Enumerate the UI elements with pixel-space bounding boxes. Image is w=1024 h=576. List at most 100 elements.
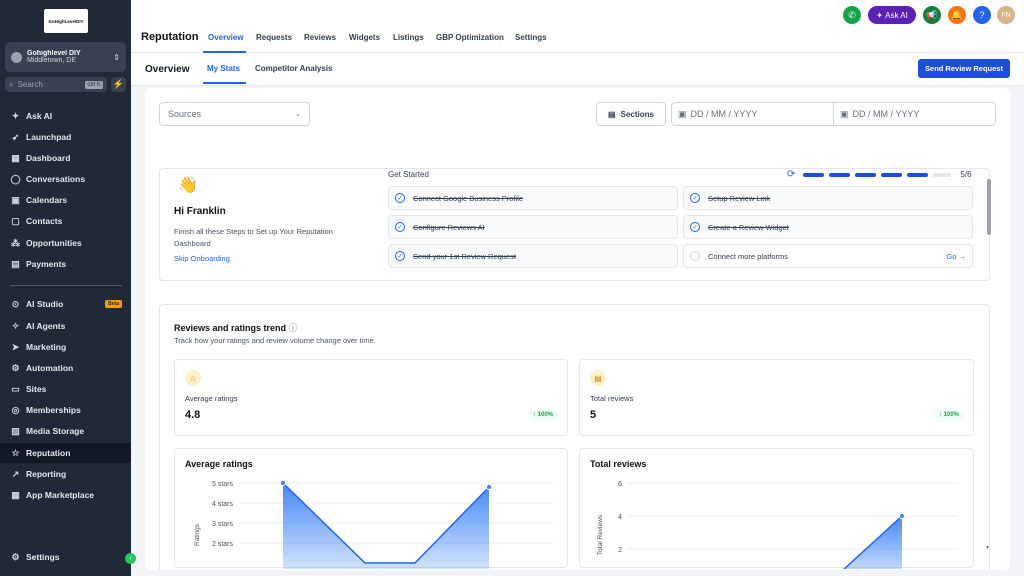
ratings-trend-section: Reviews and ratings trend ⓘ Track how yo… (159, 304, 990, 570)
sidebar-item-label: Media Storage (26, 426, 85, 436)
sidebar-item-opportunities[interactable]: ⁂ Opportunities (0, 233, 131, 253)
sidebar-item-label: Automation (26, 363, 74, 373)
check-icon: ✓ (690, 193, 700, 203)
sidebar-item-launchpad[interactable]: ➶ Launchpad (0, 127, 131, 147)
sidebar-item-ask-ai[interactable]: ✦ Ask AI (0, 106, 131, 126)
tab-requests[interactable]: Requests (256, 33, 292, 42)
send-review-request-button[interactable]: Send Review Request (918, 59, 1010, 78)
arrow-up-icon: ↑ (938, 412, 942, 418)
contacts-icon: ▢ (11, 215, 20, 226)
sources-select[interactable]: Sources ⌄ (159, 102, 310, 126)
memberships-icon: ◎ (11, 404, 20, 415)
progress-segment (907, 172, 929, 177)
step-label: Connect Google Business Profile (413, 193, 524, 203)
trend-title-text: Reviews and ratings trend (174, 323, 287, 333)
apps-icon: ▦ (11, 489, 20, 500)
sidebar-item-automation[interactable]: ⚙ Automation (0, 358, 131, 378)
card-label: Total reviews (590, 394, 634, 403)
info-icon[interactable]: ⓘ (289, 323, 298, 333)
sidebar-item-conversations[interactable]: ◯ Conversations (0, 169, 131, 189)
company-logo[interactable]: GoHighLevelDIY (44, 9, 88, 33)
quick-action-button[interactable]: ⚡ (111, 77, 126, 92)
tab-gbp-optimization[interactable]: GBP Optimization (436, 33, 504, 42)
sections-button[interactable]: ▤ Sections (596, 102, 666, 126)
sidebar-item-reporting[interactable]: ↗ Reporting (0, 464, 131, 484)
ai-studio-icon: ⊙ (11, 298, 20, 309)
sync-icon[interactable]: ⟳ (787, 169, 795, 180)
progress-segment (855, 172, 877, 177)
help-icon[interactable]: ? (973, 6, 991, 24)
check-icon: ✓ (395, 251, 405, 261)
sidebar-item-memberships[interactable]: ◎ Memberships (0, 400, 131, 420)
tab-competitor-analysis[interactable]: Competitor Analysis (255, 64, 333, 73)
progress-segment (829, 172, 851, 177)
megaphone-icon[interactable]: 📢 (923, 6, 941, 24)
date-to-input[interactable]: ▣ DD / MM / YYYY (833, 102, 996, 126)
tab-listings[interactable]: Listings (393, 33, 424, 42)
sidebar-item-media-storage[interactable]: ▨ Media Storage (0, 421, 131, 441)
skip-onboarding-link[interactable]: Skip Onboarding (174, 254, 230, 263)
marketing-icon: ➤ (11, 341, 20, 352)
sidebar-item-label: AI Studio (26, 299, 64, 309)
step-setup-review-link[interactable]: ✓ Setup Review Link (683, 186, 973, 210)
sidebar-item-reputation[interactable]: ☆ Reputation (0, 443, 131, 463)
main-content: Sources ⌄ ▤ Sections ▣ DD / MM / YYYY ▣ DD /… (145, 88, 1010, 570)
y-axis-label: Total Reviews (597, 514, 604, 555)
sections-label: Sections (620, 109, 654, 119)
data-point[interactable] (899, 513, 905, 519)
sidebar-item-app-marketplace[interactable]: ▦ App Marketplace (0, 485, 131, 505)
sidebar-item-calendars[interactable]: ▣ Calendars (0, 190, 131, 210)
ai-agents-icon: ✧ (11, 320, 20, 331)
average-ratings-svg: 5 stars 4 stars 3 stars 2 stars Ratings (194, 480, 553, 569)
tab-settings[interactable]: Settings (515, 33, 547, 42)
sidebar-item-ai-agents[interactable]: ✧ AI Agents (0, 316, 131, 336)
tab-my-stats[interactable]: My Stats (207, 64, 240, 73)
rocket-icon: ➶ (11, 131, 20, 142)
sidebar-item-label: Dashboard (26, 153, 71, 163)
avatar[interactable]: FN (997, 6, 1015, 24)
step-create-review-widget[interactable]: ✓ Create a Review Widget (683, 215, 973, 239)
scrollbar-thumb[interactable] (987, 179, 991, 235)
star-icon: ☆ (11, 447, 20, 458)
ask-ai-button[interactable]: ✦ Ask AI (868, 6, 916, 24)
scroll-down-arrow[interactable]: ▾ (986, 544, 989, 551)
account-switcher[interactable]: Gohighlevel DIY Middletown, DE ⇕ (5, 42, 126, 72)
phone-icon[interactable]: ✆ (843, 6, 861, 24)
sidebar-item-contacts[interactable]: ▢ Contacts (0, 211, 131, 231)
check-icon: ✓ (395, 193, 405, 203)
trend-title: Reviews and ratings trend ⓘ (174, 321, 298, 334)
section-title: Overview (145, 64, 190, 75)
sidebar-item-marketing[interactable]: ➤ Marketing (0, 337, 131, 357)
tab-reviews[interactable]: Reviews (304, 33, 336, 42)
sidebar-item-ai-studio[interactable]: ⊙ AI Studio Beta (0, 294, 131, 314)
unchecked-icon: ✓ (690, 251, 700, 261)
sidebar-item-dashboard[interactable]: ▦ Dashboard (0, 148, 131, 168)
step-configure-reviews-ai[interactable]: ✓ Configure Reviews AI (388, 215, 678, 239)
greeting: Hi Franklin (174, 206, 226, 217)
step-label: Create a Review Widget (708, 222, 789, 232)
sidebar-item-label: AI Agents (26, 321, 66, 331)
media-icon: ▨ (11, 425, 20, 436)
step-connect-more-platforms[interactable]: ✓ Connect more platforms Go → (683, 244, 973, 268)
go-link[interactable]: Go → (946, 252, 966, 261)
bell-icon[interactable]: 🔔 (948, 6, 966, 24)
step-send-review-request[interactable]: ✓ Send your 1st Review Request (388, 244, 678, 268)
date-from-input[interactable]: ▣ DD / MM / YYYY (671, 102, 834, 126)
chevron-updown-icon: ⇕ (113, 52, 120, 62)
tab-widgets[interactable]: Widgets (349, 33, 380, 42)
step-connect-google[interactable]: ✓ Connect Google Business Profile (388, 186, 678, 210)
card-label: Average ratings (185, 394, 238, 403)
search-input[interactable]: ⌕ Search ctrl K (5, 77, 107, 92)
total-reviews-svg: 6 4 2 Total Reviews (597, 481, 958, 569)
scrollbar[interactable]: ▾ (986, 176, 992, 554)
sidebar-item-settings[interactable]: ⚙ Settings (0, 547, 131, 567)
tab-overview[interactable]: Overview (208, 33, 244, 42)
collapse-sidebar-button[interactable]: ‹ (125, 553, 136, 564)
data-point[interactable] (486, 484, 492, 490)
sidebar-item-label: Sites (26, 384, 47, 394)
data-point[interactable] (280, 480, 286, 486)
check-icon: ✓ (395, 222, 405, 232)
onboarding-description: Finish all these Steps to Set up Your Re… (174, 227, 333, 248)
sidebar-item-sites[interactable]: ▭ Sites (0, 379, 131, 399)
sidebar-item-payments[interactable]: ▤ Payments (0, 254, 131, 274)
